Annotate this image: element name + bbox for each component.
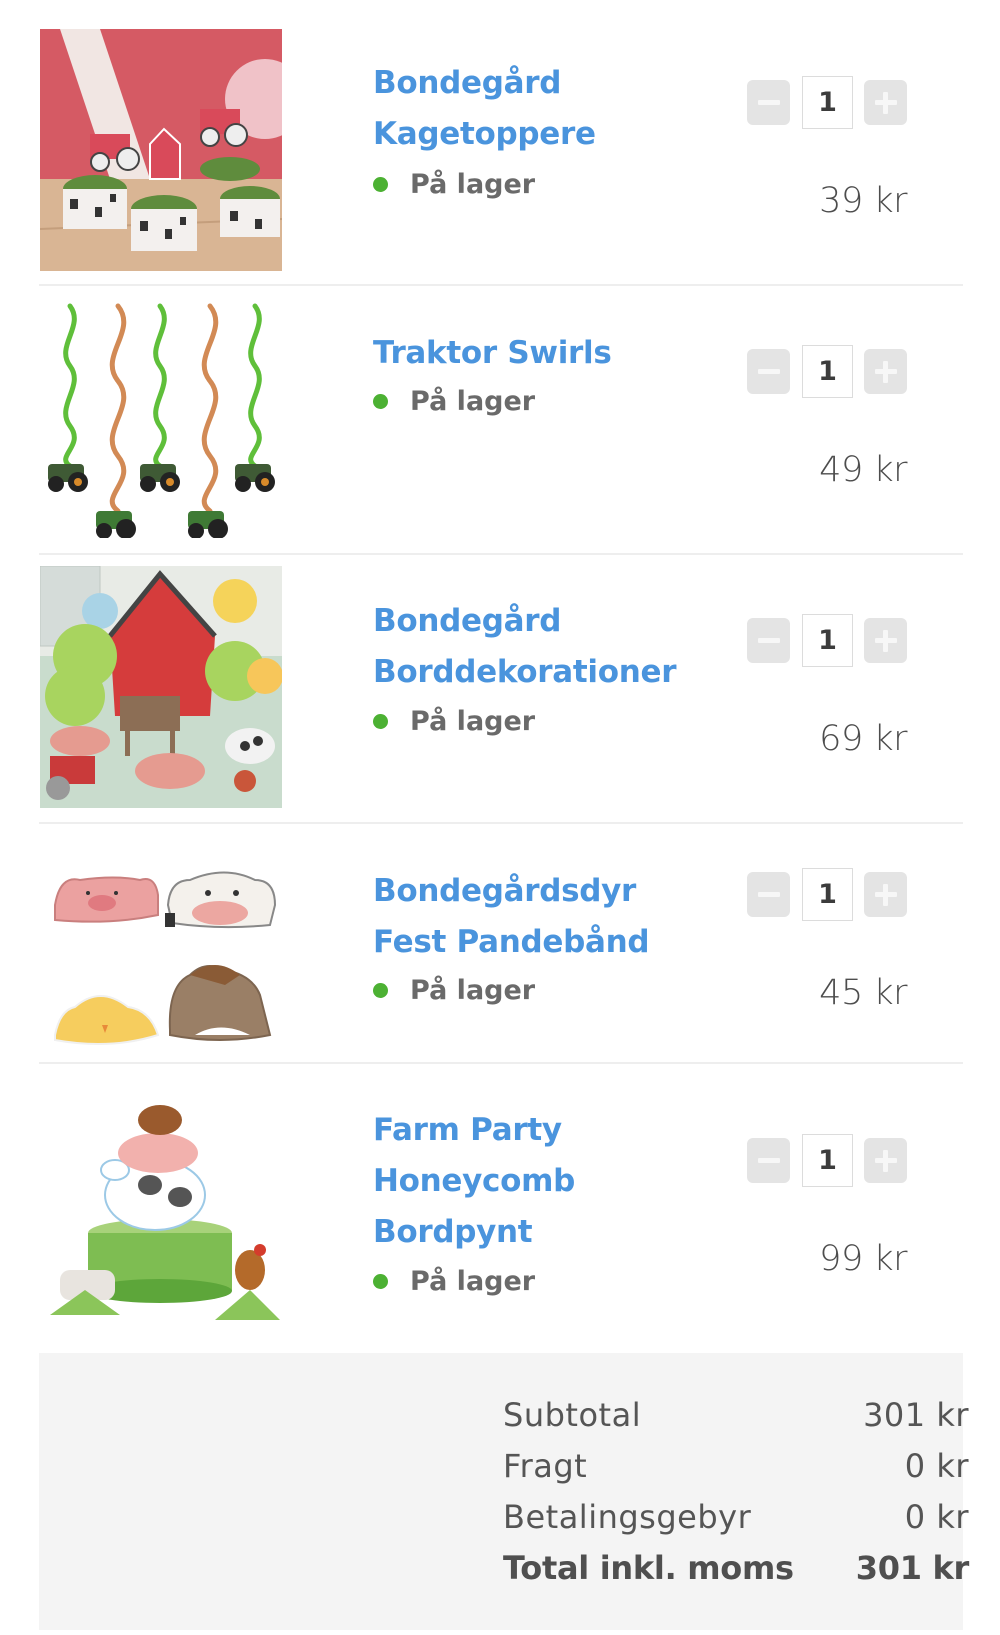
product-title-line[interactable]: Bondegård	[373, 596, 676, 647]
quantity-stepper	[747, 345, 907, 398]
product-title-line[interactable]: Bondegård	[373, 58, 596, 109]
product-image[interactable]	[40, 1085, 282, 1327]
divider	[39, 1062, 963, 1064]
stock-label: På lager	[410, 385, 536, 417]
in-stock-dot-icon	[373, 176, 388, 192]
product-title-line[interactable]: Honeycomb	[373, 1156, 575, 1207]
minus-icon	[757, 100, 780, 105]
minus-icon	[757, 369, 780, 374]
divider	[39, 284, 963, 286]
stock-status: På lager	[373, 705, 536, 737]
stock-label: På lager	[410, 974, 536, 1006]
product-title[interactable]: Bondegårdsdyr Fest Pandebånd	[373, 866, 650, 968]
item-price: 39 kr	[819, 181, 907, 221]
plus-icon-vertical	[883, 1149, 888, 1172]
divider	[39, 553, 963, 555]
quantity-input[interactable]	[802, 1134, 853, 1187]
in-stock-dot-icon	[373, 982, 388, 998]
quantity-stepper	[747, 614, 907, 667]
product-title-line[interactable]: Bondegårdsdyr	[373, 866, 649, 917]
item-price: 49 kr	[819, 450, 907, 490]
subtotal-value: 301 kr	[863, 1396, 969, 1434]
quantity-input[interactable]	[802, 868, 853, 921]
quantity-stepper	[747, 1134, 907, 1187]
stock-status: På lager	[373, 168, 536, 200]
divider	[39, 822, 963, 824]
product-image[interactable]	[40, 835, 282, 1077]
product-image[interactable]	[40, 566, 282, 808]
minus-icon	[757, 892, 780, 897]
stock-label: På lager	[410, 168, 536, 200]
product-title-line[interactable]: Farm Party	[373, 1105, 575, 1156]
product-title[interactable]: Bondegård Kagetoppere	[373, 58, 596, 160]
total-label: Total inkl. moms	[503, 1549, 794, 1587]
decrease-quantity-button[interactable]	[747, 1138, 790, 1183]
decrease-quantity-button[interactable]	[747, 349, 790, 394]
product-title[interactable]: Farm Party Honeycomb Bordpynt	[373, 1105, 575, 1258]
decrease-quantity-button[interactable]	[747, 80, 790, 125]
payment-fee-row: Betalingsgebyr 0 kr	[503, 1494, 969, 1540]
in-stock-dot-icon	[373, 1273, 388, 1289]
order-summary: Subtotal 301 kr Fragt 0 kr Betalingsgeby…	[39, 1353, 969, 1630]
product-title-line[interactable]: Borddekorationer	[373, 647, 677, 698]
minus-icon	[757, 1158, 780, 1163]
payment-fee-label: Betalingsgebyr	[503, 1498, 752, 1536]
item-price: 45 kr	[819, 973, 907, 1013]
product-image[interactable]	[40, 29, 282, 271]
subtotal-label: Subtotal	[503, 1396, 642, 1434]
total-value: 301 kr	[855, 1549, 970, 1587]
product-title-line[interactable]: Bordpynt	[373, 1207, 575, 1258]
total-row: Total inkl. moms 301 kr	[503, 1545, 969, 1591]
stock-status: På lager	[373, 974, 536, 1006]
product-title[interactable]: Bondegård Borddekorationer	[373, 596, 677, 698]
minus-icon	[757, 638, 780, 643]
quantity-stepper	[747, 868, 907, 921]
stock-status: På lager	[373, 385, 536, 417]
stock-label: På lager	[410, 705, 536, 737]
increase-quantity-button[interactable]	[864, 80, 907, 125]
plus-icon-vertical	[883, 629, 888, 652]
plus-icon-vertical	[883, 91, 888, 114]
payment-fee-value: 0 kr	[904, 1498, 969, 1536]
product-title-line[interactable]: Kagetoppere	[373, 109, 596, 160]
in-stock-dot-icon	[373, 393, 388, 409]
product-image[interactable]	[40, 296, 282, 538]
shipping-value: 0 kr	[904, 1447, 969, 1485]
subtotal-row: Subtotal 301 kr	[503, 1392, 969, 1438]
increase-quantity-button[interactable]	[864, 872, 907, 917]
stock-label: På lager	[410, 1265, 536, 1297]
decrease-quantity-button[interactable]	[747, 872, 790, 917]
product-title[interactable]: Traktor Swirls	[373, 328, 612, 379]
shipping-row: Fragt 0 kr	[503, 1443, 969, 1489]
increase-quantity-button[interactable]	[864, 1138, 907, 1183]
increase-quantity-button[interactable]	[864, 618, 907, 663]
item-price: 69 kr	[819, 719, 907, 759]
quantity-input[interactable]	[802, 614, 853, 667]
increase-quantity-button[interactable]	[864, 349, 907, 394]
product-title-line[interactable]: Fest Pandebånd	[373, 917, 650, 968]
decrease-quantity-button[interactable]	[747, 618, 790, 663]
quantity-stepper	[747, 76, 907, 129]
stock-status: På lager	[373, 1265, 536, 1297]
quantity-input[interactable]	[802, 76, 853, 129]
product-title-line[interactable]: Traktor Swirls	[373, 328, 612, 379]
item-price: 99 kr	[819, 1239, 907, 1279]
plus-icon-vertical	[883, 883, 888, 906]
shipping-label: Fragt	[503, 1447, 588, 1485]
in-stock-dot-icon	[373, 713, 388, 729]
quantity-input[interactable]	[802, 345, 853, 398]
plus-icon-vertical	[883, 360, 888, 383]
